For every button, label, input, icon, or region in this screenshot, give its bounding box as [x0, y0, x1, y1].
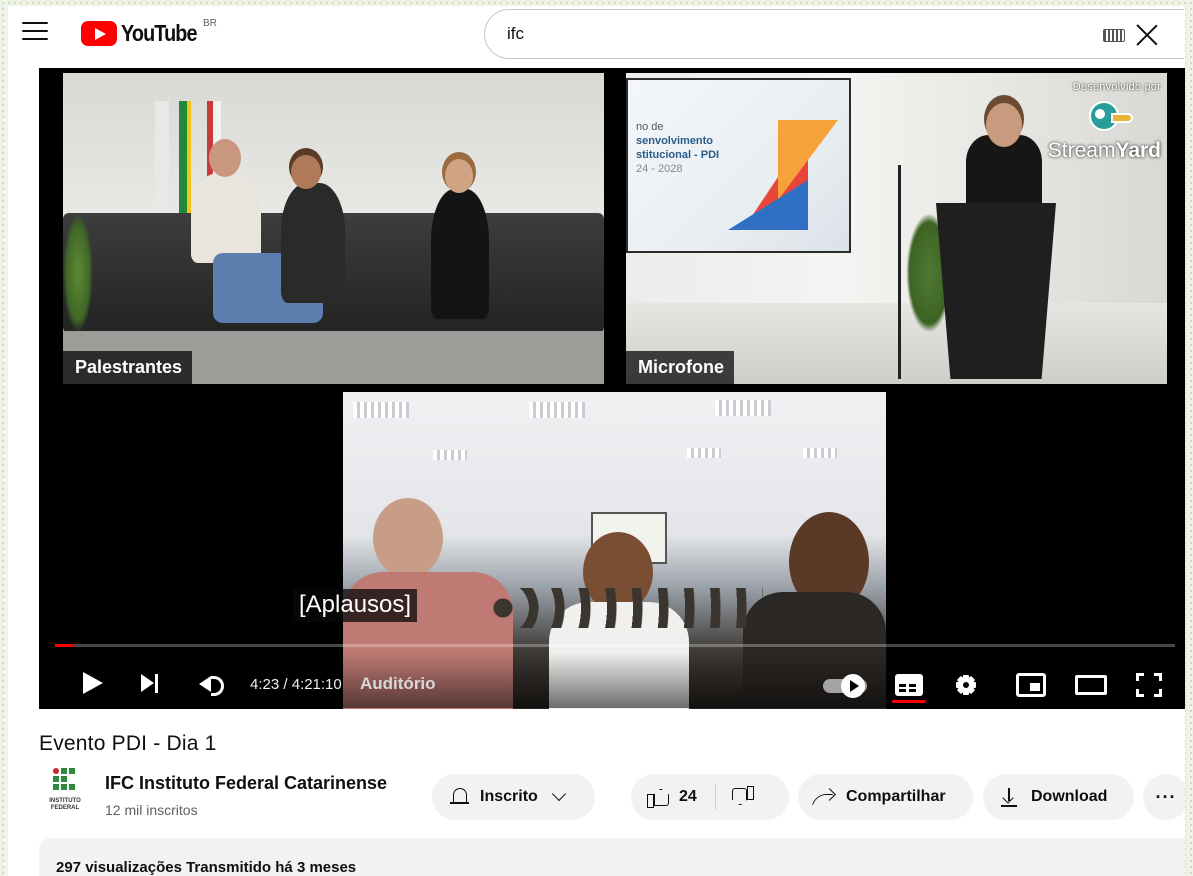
- next-icon[interactable]: [141, 674, 161, 693]
- download-button[interactable]: Download: [983, 774, 1134, 820]
- ifc-logo-icon: [53, 768, 77, 796]
- feed-palestrantes: Palestrantes: [63, 73, 604, 384]
- country-code: BR: [203, 18, 217, 29]
- progress-bar[interactable]: [55, 644, 1175, 647]
- plant: [63, 213, 93, 333]
- volume-icon[interactable]: [199, 674, 225, 696]
- like-divider: [714, 784, 716, 810]
- speaker-1: [191, 173, 261, 263]
- logo-text: YouTube: [121, 20, 198, 46]
- feed-label: Auditório: [360, 674, 436, 693]
- description-box[interactable]: 297 visualizações Transmitido há 3 meses: [39, 838, 1185, 876]
- ceiling-light: [353, 402, 409, 418]
- bell-icon: [450, 787, 469, 807]
- ceiling-light: [687, 448, 721, 458]
- search-box: [484, 9, 1184, 59]
- keyboard-icon[interactable]: [1103, 29, 1125, 42]
- avatar-text: INSTITUTO FEDERAL: [49, 798, 81, 811]
- slide-text: no de senvolvimento stitucional - PDI 24…: [636, 121, 720, 175]
- download-icon: [1001, 787, 1017, 807]
- autoplay-toggle[interactable]: [823, 674, 867, 698]
- subscribed-label: Inscrito: [480, 788, 538, 805]
- streamyard-duck-icon: [1083, 97, 1133, 137]
- clear-icon[interactable]: [1135, 23, 1159, 47]
- progress-played: [55, 644, 75, 647]
- feed-label: Palestrantes: [63, 351, 193, 384]
- slide-graphic-blue: [728, 180, 808, 230]
- share-icon: [814, 788, 836, 806]
- channel-avatar[interactable]: INSTITUTO FEDERAL: [41, 768, 89, 820]
- youtube-play-logo-icon: [81, 21, 117, 46]
- watermark-brand: StreamYard: [1047, 139, 1161, 162]
- gear-icon[interactable]: [955, 674, 977, 696]
- speaker-3-head: [445, 159, 473, 193]
- autoplay-knob: [841, 674, 865, 698]
- chevron-down-icon: [551, 786, 566, 802]
- ceiling-light: [433, 450, 467, 460]
- like-count: 24: [679, 788, 697, 805]
- speaker-2-head: [291, 155, 321, 189]
- speaker-3: [431, 189, 489, 319]
- youtube-watch-page: YouTube BR Palestrantes: [8, 6, 1185, 876]
- time-display: 4:23 / 4:21:10: [250, 676, 342, 693]
- streamyard-watermark: Desenvolvido por StreamYard: [1048, 81, 1161, 163]
- more-actions-button[interactable]: ···: [1143, 774, 1185, 820]
- ceiling-light: [803, 448, 837, 458]
- speaker-2: [281, 183, 345, 303]
- like-dislike-group: 24: [631, 774, 789, 820]
- subtitles-icon[interactable]: [895, 674, 923, 696]
- share-label: Compartilhar: [846, 788, 946, 805]
- audience-head: [373, 498, 443, 578]
- lectern: [936, 203, 1056, 379]
- subscriber-count: 12 mil inscritos: [105, 802, 198, 818]
- download-label: Download: [1031, 788, 1108, 805]
- closed-caption: [Aplausos]: [293, 589, 418, 622]
- video-title: Evento PDI - Dia 1: [39, 732, 217, 755]
- mic-stand: [898, 165, 901, 379]
- feed-label: Microfone: [626, 351, 735, 384]
- speaker-1-head: [209, 139, 241, 177]
- watermark-line: Desenvolvido por: [1072, 81, 1161, 93]
- menu-icon[interactable]: [22, 22, 48, 44]
- ceiling-light: [529, 402, 585, 418]
- play-icon[interactable]: [83, 672, 103, 694]
- youtube-logo[interactable]: YouTube BR: [81, 18, 217, 48]
- channel-name[interactable]: IFC Instituto Federal Catarinense: [105, 773, 387, 794]
- projector-slide: no de senvolvimento stitucional - PDI 24…: [626, 78, 851, 253]
- presenter-head: [986, 103, 1022, 147]
- subtitles-active-indicator: [892, 700, 926, 703]
- video-player[interactable]: Palestrantes no de senvolvimento stituci…: [39, 68, 1185, 709]
- subscribed-button[interactable]: Inscrito: [432, 774, 595, 820]
- like-button[interactable]: 24: [647, 787, 697, 808]
- share-button[interactable]: Compartilhar: [798, 774, 973, 820]
- audience-row: [493, 588, 763, 628]
- masthead: YouTube BR: [8, 6, 1185, 64]
- view-count-and-date: 297 visualizações Transmitido há 3 meses: [56, 859, 357, 876]
- thumb-up-icon: [647, 787, 669, 808]
- feed-microfone: no de senvolvimento stitucional - PDI 24…: [626, 73, 1167, 384]
- theater-mode-icon[interactable]: [1075, 675, 1107, 695]
- search-input[interactable]: [507, 21, 1067, 47]
- fullscreen-icon[interactable]: [1136, 673, 1162, 697]
- thumb-down-icon[interactable]: [732, 787, 754, 807]
- player-controls: 4:23 / 4:21:10 Auditório: [39, 652, 1185, 708]
- ceiling-light: [715, 400, 771, 416]
- miniplayer-icon[interactable]: [1016, 673, 1046, 697]
